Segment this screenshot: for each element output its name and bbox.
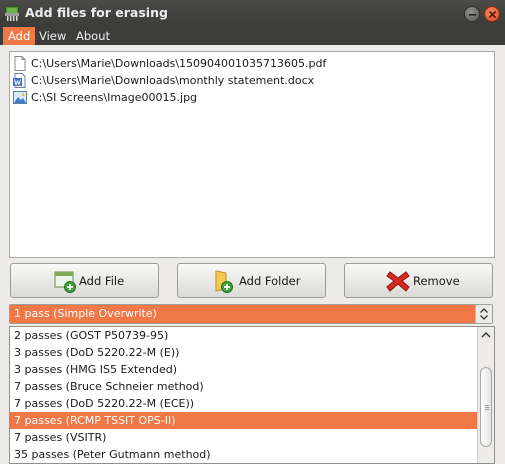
- add-folder-label: Add Folder: [239, 274, 301, 288]
- method-option[interactable]: 2 passes (GOST P50739-95): [10, 327, 477, 344]
- image-file-icon: [13, 91, 27, 104]
- method-option[interactable]: 7 passes (Bruce Schneier method): [10, 378, 477, 395]
- add-file-icon: [54, 271, 76, 293]
- file-path: C:\Users\Marie\Downloads\150904001035713…: [31, 57, 327, 70]
- remove-button[interactable]: Remove: [344, 263, 493, 298]
- add-file-button[interactable]: Add File: [10, 263, 159, 298]
- method-option[interactable]: 7 passes (DoD 5220.22-M (ECE)): [10, 395, 477, 412]
- method-option[interactable]: 3 passes (HMG IS5 Extended): [10, 361, 477, 378]
- docx-file-icon: [13, 73, 26, 88]
- file-path: C:\Users\Marie\Downloads\monthly stateme…: [31, 74, 315, 87]
- select-spinner[interactable]: [475, 305, 492, 323]
- close-icon: [488, 10, 497, 19]
- menu-about[interactable]: About: [71, 27, 115, 45]
- method-option[interactable]: 7 passes (VSITR): [10, 429, 477, 446]
- scroll-up-icon[interactable]: [478, 327, 494, 343]
- menu-bar: Add View About: [0, 27, 505, 45]
- file-path: C:\SI Screens\Image00015.jpg: [31, 91, 198, 104]
- method-option-highlighted[interactable]: 7 passes (RCMP TSSIT OPS-II): [10, 412, 477, 429]
- minimize-icon: [469, 14, 476, 16]
- method-option[interactable]: 3 passes (DoD 5220.22-M (E)): [10, 344, 477, 361]
- dropdown-scrollbar[interactable]: [477, 327, 494, 463]
- erase-method-select[interactable]: 1 pass (Simple Overwrite): [9, 304, 493, 324]
- add-file-label: Add File: [79, 274, 125, 288]
- chevron-updown-icon: [480, 308, 488, 320]
- pdf-file-icon: [14, 56, 26, 71]
- close-button[interactable]: [484, 6, 500, 22]
- menu-add[interactable]: Add: [3, 27, 36, 45]
- erase-method-value: 1 pass (Simple Overwrite): [14, 307, 157, 320]
- remove-x-icon: [386, 271, 410, 292]
- method-option[interactable]: 35 passes (Peter Gutmann method): [10, 446, 477, 463]
- menu-view[interactable]: View: [34, 27, 71, 45]
- remove-label: Remove: [413, 274, 460, 288]
- minimize-button[interactable]: [464, 6, 480, 22]
- add-folder-button[interactable]: Add Folder: [177, 263, 326, 298]
- erase-method-dropdown[interactable]: 2 passes (GOST P50739-95) 3 passes (DoD …: [9, 326, 495, 464]
- title-bar: Add files for erasing: [0, 0, 505, 27]
- add-folder-icon: [215, 270, 233, 293]
- scrollbar-thumb[interactable]: [480, 367, 492, 447]
- window-title: Add files for erasing: [25, 5, 168, 20]
- file-list[interactable]: C:\Users\Marie\Downloads\150904001035713…: [9, 51, 495, 258]
- app-shredder-icon: [5, 6, 19, 21]
